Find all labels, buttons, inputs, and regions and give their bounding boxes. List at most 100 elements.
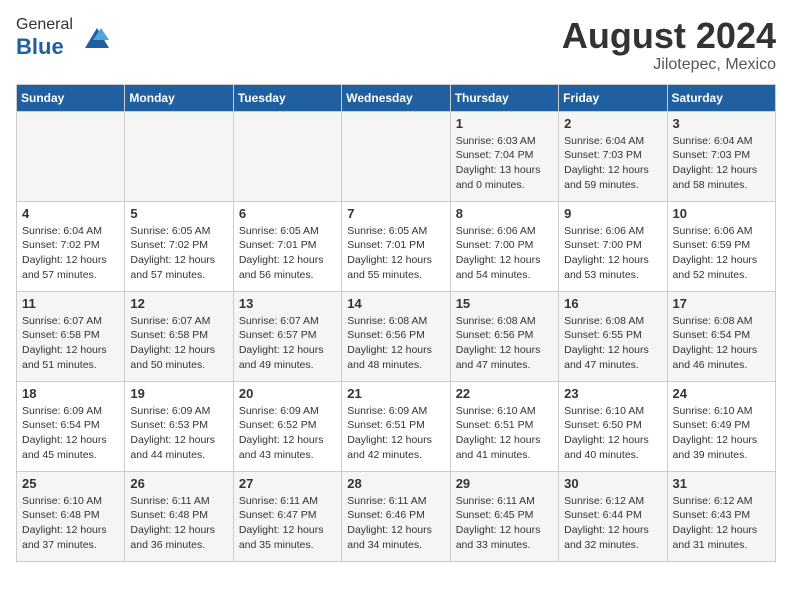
day-number-8: 8 bbox=[456, 206, 553, 221]
header: General Blue August 2024 Jilotepec, Mexi… bbox=[16, 16, 776, 74]
day-cell-0-3 bbox=[342, 111, 450, 201]
day-info-17: Sunrise: 6:08 AMSunset: 6:54 PMDaylight:… bbox=[673, 314, 770, 373]
day-cell-0-5: 2 Sunrise: 6:04 AMSunset: 7:03 PMDaylight… bbox=[559, 111, 667, 201]
day-cell-1-0: 4 Sunrise: 6:04 AMSunset: 7:02 PMDaylight… bbox=[17, 201, 125, 291]
day-cell-1-1: 5Sunrise: 6:05 AMSunset: 7:02 PMDaylight… bbox=[125, 201, 233, 291]
day-cell-3-0: 18 Sunrise: 6:09 AMSunset: 6:54 PMDayligh… bbox=[17, 381, 125, 471]
day-number-25: 25 bbox=[22, 476, 119, 491]
day-cell-2-5: 16 Sunrise: 6:08 AMSunset: 6:55 PMDayligh… bbox=[559, 291, 667, 381]
week-row-5: 25 Sunrise: 6:10 AMSunset: 6:48 PMDayligh… bbox=[17, 471, 776, 561]
day-cell-2-4: 15 Sunrise: 6:08 AMSunset: 6:56 PMDayligh… bbox=[450, 291, 558, 381]
day-info-15: Sunrise: 6:08 AMSunset: 6:56 PMDaylight:… bbox=[456, 314, 553, 373]
day-info-12: Sunrise: 6:07 AMSunset: 6:58 PMDaylight:… bbox=[130, 314, 227, 373]
day-number-27: 27 bbox=[239, 476, 336, 491]
day-number-3: 3 bbox=[673, 116, 770, 131]
day-cell-3-1: 19Sunrise: 6:09 AMSunset: 6:53 PMDayligh… bbox=[125, 381, 233, 471]
day-cell-0-2 bbox=[233, 111, 341, 201]
day-cell-0-1 bbox=[125, 111, 233, 201]
day-info-1: Sunrise: 6:03 AMSunset: 7:04 PMDaylight:… bbox=[456, 134, 553, 193]
day-info-20: Sunrise: 6:09 AMSunset: 6:52 PMDaylight:… bbox=[239, 404, 336, 463]
title-area: August 2024 Jilotepec, Mexico bbox=[562, 16, 776, 74]
day-info-26: Sunrise: 6:11 AMSunset: 6:48 PMDaylight:… bbox=[130, 494, 227, 553]
day-info-29: Sunrise: 6:11 AMSunset: 6:45 PMDaylight:… bbox=[456, 494, 553, 553]
day-info-22: Sunrise: 6:10 AMSunset: 6:51 PMDaylight:… bbox=[456, 404, 553, 463]
day-number-18: 18 bbox=[22, 386, 119, 401]
day-number-23: 23 bbox=[564, 386, 661, 401]
day-cell-2-1: 12Sunrise: 6:07 AMSunset: 6:58 PMDayligh… bbox=[125, 291, 233, 381]
day-info-6: Sunrise: 6:05 AMSunset: 7:01 PMDaylight:… bbox=[239, 224, 336, 283]
day-info-4: Sunrise: 6:04 AMSunset: 7:02 PMDaylight:… bbox=[22, 224, 119, 283]
day-cell-4-4: 29 Sunrise: 6:11 AMSunset: 6:45 PMDayligh… bbox=[450, 471, 558, 561]
day-info-25: Sunrise: 6:10 AMSunset: 6:48 PMDaylight:… bbox=[22, 494, 119, 553]
day-cell-3-4: 22Sunrise: 6:10 AMSunset: 6:51 PMDayligh… bbox=[450, 381, 558, 471]
day-cell-3-5: 23 Sunrise: 6:10 AMSunset: 6:50 PMDayligh… bbox=[559, 381, 667, 471]
day-cell-4-3: 28 Sunrise: 6:11 AMSunset: 6:46 PMDayligh… bbox=[342, 471, 450, 561]
day-number-4: 4 bbox=[22, 206, 119, 221]
day-number-24: 24 bbox=[673, 386, 770, 401]
day-info-8: Sunrise: 6:06 AMSunset: 7:00 PMDaylight:… bbox=[456, 224, 553, 283]
calendar-table: Sunday Monday Tuesday Wednesday Thursday… bbox=[16, 84, 776, 562]
day-info-10: Sunrise: 6:06 AMSunset: 6:59 PMDaylight:… bbox=[673, 224, 770, 283]
day-cell-3-3: 21 Sunrise: 6:09 AMSunset: 6:51 PMDayligh… bbox=[342, 381, 450, 471]
day-cell-2-0: 11 Sunrise: 6:07 AMSunset: 6:58 PMDayligh… bbox=[17, 291, 125, 381]
day-cell-0-4: 1 Sunrise: 6:03 AMSunset: 7:04 PMDaylight… bbox=[450, 111, 558, 201]
day-info-21: Sunrise: 6:09 AMSunset: 6:51 PMDaylight:… bbox=[347, 404, 444, 463]
day-info-3: Sunrise: 6:04 AMSunset: 7:03 PMDaylight:… bbox=[673, 134, 770, 193]
day-number-13: 13 bbox=[239, 296, 336, 311]
day-number-16: 16 bbox=[564, 296, 661, 311]
day-number-6: 6 bbox=[239, 206, 336, 221]
day-cell-4-5: 30Sunrise: 6:12 AMSunset: 6:44 PMDayligh… bbox=[559, 471, 667, 561]
day-number-2: 2 bbox=[564, 116, 661, 131]
day-cell-1-4: 8 Sunrise: 6:06 AMSunset: 7:00 PMDaylight… bbox=[450, 201, 558, 291]
logo-general-text: General bbox=[16, 16, 73, 33]
day-number-21: 21 bbox=[347, 386, 444, 401]
header-tuesday: Tuesday bbox=[233, 84, 341, 111]
header-wednesday: Wednesday bbox=[342, 84, 450, 111]
day-number-1: 1 bbox=[456, 116, 553, 131]
logo: General Blue bbox=[16, 16, 111, 60]
day-number-15: 15 bbox=[456, 296, 553, 311]
week-row-1: 1 Sunrise: 6:03 AMSunset: 7:04 PMDaylight… bbox=[17, 111, 776, 201]
day-cell-0-6: 3 Sunrise: 6:04 AMSunset: 7:03 PMDaylight… bbox=[667, 111, 775, 201]
day-info-31: Sunrise: 6:12 AMSunset: 6:43 PMDaylight:… bbox=[673, 494, 770, 553]
header-saturday: Saturday bbox=[667, 84, 775, 111]
logo-blue-text: Blue bbox=[16, 34, 64, 59]
day-cell-3-2: 20Sunrise: 6:09 AMSunset: 6:52 PMDayligh… bbox=[233, 381, 341, 471]
day-cell-1-3: 7 Sunrise: 6:05 AMSunset: 7:01 PMDaylight… bbox=[342, 201, 450, 291]
day-info-16: Sunrise: 6:08 AMSunset: 6:55 PMDaylight:… bbox=[564, 314, 661, 373]
header-thursday: Thursday bbox=[450, 84, 558, 111]
day-cell-4-0: 25 Sunrise: 6:10 AMSunset: 6:48 PMDayligh… bbox=[17, 471, 125, 561]
page-container: General Blue August 2024 Jilotepec, Mexi… bbox=[16, 16, 776, 562]
week-row-3: 11 Sunrise: 6:07 AMSunset: 6:58 PMDayligh… bbox=[17, 291, 776, 381]
day-number-5: 5 bbox=[130, 206, 227, 221]
day-number-28: 28 bbox=[347, 476, 444, 491]
day-info-24: Sunrise: 6:10 AMSunset: 6:49 PMDaylight:… bbox=[673, 404, 770, 463]
day-info-18: Sunrise: 6:09 AMSunset: 6:54 PMDaylight:… bbox=[22, 404, 119, 463]
header-sunday: Sunday bbox=[17, 84, 125, 111]
header-friday: Friday bbox=[559, 84, 667, 111]
day-number-9: 9 bbox=[564, 206, 661, 221]
month-year: August 2024 bbox=[562, 16, 776, 56]
day-info-7: Sunrise: 6:05 AMSunset: 7:01 PMDaylight:… bbox=[347, 224, 444, 283]
logo-icon bbox=[75, 20, 111, 56]
day-number-14: 14 bbox=[347, 296, 444, 311]
header-monday: Monday bbox=[125, 84, 233, 111]
day-cell-1-6: 10Sunrise: 6:06 AMSunset: 6:59 PMDayligh… bbox=[667, 201, 775, 291]
day-cell-1-2: 6 Sunrise: 6:05 AMSunset: 7:01 PMDaylight… bbox=[233, 201, 341, 291]
day-info-13: Sunrise: 6:07 AMSunset: 6:57 PMDaylight:… bbox=[239, 314, 336, 373]
day-info-30: Sunrise: 6:12 AMSunset: 6:44 PMDaylight:… bbox=[564, 494, 661, 553]
day-number-11: 11 bbox=[22, 296, 119, 311]
day-cell-0-0 bbox=[17, 111, 125, 201]
day-cell-1-5: 9Sunrise: 6:06 AMSunset: 7:00 PMDaylight… bbox=[559, 201, 667, 291]
day-cell-3-6: 24 Sunrise: 6:10 AMSunset: 6:49 PMDayligh… bbox=[667, 381, 775, 471]
day-cell-2-2: 13 Sunrise: 6:07 AMSunset: 6:57 PMDayligh… bbox=[233, 291, 341, 381]
day-info-2: Sunrise: 6:04 AMSunset: 7:03 PMDaylight:… bbox=[564, 134, 661, 193]
weekday-header-row: Sunday Monday Tuesday Wednesday Thursday… bbox=[17, 84, 776, 111]
day-info-19: Sunrise: 6:09 AMSunset: 6:53 PMDaylight:… bbox=[130, 404, 227, 463]
day-info-11: Sunrise: 6:07 AMSunset: 6:58 PMDaylight:… bbox=[22, 314, 119, 373]
day-number-7: 7 bbox=[347, 206, 444, 221]
day-info-28: Sunrise: 6:11 AMSunset: 6:46 PMDaylight:… bbox=[347, 494, 444, 553]
day-number-29: 29 bbox=[456, 476, 553, 491]
day-info-23: Sunrise: 6:10 AMSunset: 6:50 PMDaylight:… bbox=[564, 404, 661, 463]
week-row-4: 18 Sunrise: 6:09 AMSunset: 6:54 PMDayligh… bbox=[17, 381, 776, 471]
